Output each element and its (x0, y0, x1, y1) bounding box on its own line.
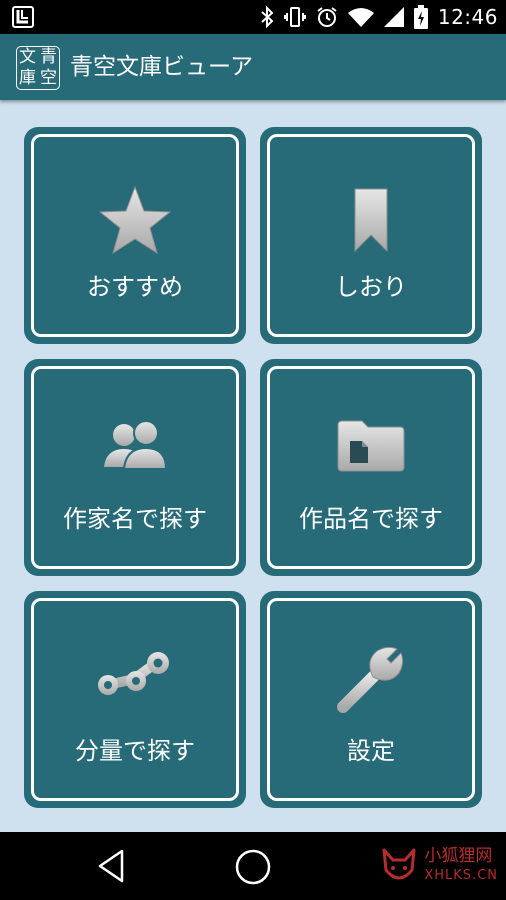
search-by-length-button[interactable]: 分量で探す (24, 591, 246, 808)
logo-char: 庫 (19, 68, 36, 88)
logo-char: 青 (40, 47, 57, 67)
search-by-author-button[interactable]: 作家名で探す (24, 359, 246, 576)
settings-button[interactable]: 設定 (260, 591, 482, 808)
path-icon (98, 652, 169, 695)
bookmarks-button[interactable]: しおり (260, 127, 482, 344)
navigation-bar: 小狐狸网 XHLKS.CN (0, 832, 506, 900)
status-time: 12:46 (437, 5, 498, 29)
signal-icon (383, 7, 404, 27)
tile-label: 作家名で探す (63, 505, 207, 533)
logo-char: 文 (19, 47, 36, 67)
vibrate-icon (283, 7, 306, 27)
watermark: 小狐狸网 XHLKS.CN (380, 842, 498, 890)
status-bar: 12:46 (0, 0, 506, 34)
main-menu: おすすめ しおり 作家名で探す 作品名で探す 分量で探す 設定 (0, 100, 506, 832)
tile-label: 分量で探す (75, 737, 195, 765)
star-icon (98, 185, 172, 255)
app-title: 青空文庫ビューア (70, 54, 254, 80)
app-notification-icon (12, 6, 34, 28)
watermark-url: XHLKS.CN (424, 868, 498, 883)
bluetooth-icon (261, 6, 274, 28)
bookmark-icon (354, 188, 388, 253)
search-by-title-button[interactable]: 作品名で探す (260, 359, 482, 576)
battery-icon (413, 5, 428, 29)
people-icon (104, 420, 168, 470)
watermark-text: 小狐狸网 (424, 846, 493, 866)
tile-label: 作品名で探す (299, 505, 443, 533)
back-icon[interactable] (94, 848, 130, 884)
fox-logo-icon (382, 848, 416, 880)
app-logo: 文 青 庫 空 (16, 46, 60, 90)
wrench-icon (337, 646, 404, 713)
recommended-button[interactable]: おすすめ (24, 127, 246, 344)
app-bar: 文 青 庫 空 青空文庫ビューア (0, 34, 506, 100)
tile-label: しおり (335, 273, 407, 301)
folder-icon (337, 420, 405, 472)
home-icon[interactable] (234, 848, 272, 886)
tile-label: 設定 (347, 737, 395, 765)
wifi-icon (347, 8, 374, 27)
tile-label: おすすめ (87, 273, 183, 301)
logo-char: 空 (40, 68, 57, 88)
alarm-icon (317, 7, 337, 27)
